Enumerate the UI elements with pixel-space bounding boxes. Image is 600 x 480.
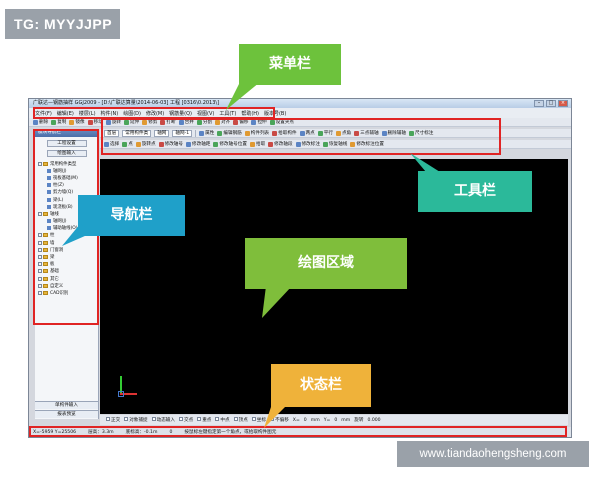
close-icon[interactable]: ×	[558, 100, 568, 107]
drawing-callout: 绘图区域	[245, 238, 407, 289]
snap-option-label: X=	[292, 417, 300, 423]
snap-toolbar: 正交 对象捕捉 动态输入 交点 重点 中点 顶点 坐标 不偏移 X= 0 mm Y= 0 mm 旋转 0.000	[100, 415, 568, 425]
snap-option[interactable]: 0	[334, 418, 337, 423]
snap-option[interactable]: 0	[304, 418, 307, 423]
maximize-icon[interactable]: □	[546, 100, 556, 107]
minimize-icon[interactable]: –	[534, 100, 544, 107]
snap-option[interactable]: X=	[293, 418, 300, 423]
tool-icon	[51, 119, 57, 125]
snap-option-label: 0	[303, 417, 307, 423]
snap-option-label: 0.000	[367, 417, 381, 423]
toolbar-button[interactable]: 删除	[33, 119, 48, 125]
toolbar-button-label: 镜像	[75, 120, 85, 125]
snap-option[interactable]: 动态输入	[151, 417, 175, 423]
checkbox-icon	[197, 417, 202, 421]
status-callout-label: 状态栏	[300, 377, 342, 393]
checkbox-icon	[233, 417, 238, 421]
drawing-callout-pointer	[262, 286, 292, 318]
window-title: 广联达—钢筋抽样 GGJ2009 - [D:\广联达算量\2014-06-03]…	[33, 100, 220, 106]
checkbox-icon	[106, 417, 110, 421]
snap-option[interactable]: 旋转	[354, 417, 363, 423]
snap-option[interactable]: mm	[341, 418, 350, 423]
snap-option[interactable]: 交点	[178, 417, 194, 423]
report-preview-button[interactable]: 报表预览	[35, 410, 98, 418]
nav-callout-label: 导航栏	[110, 207, 153, 223]
tool-icon	[69, 119, 75, 125]
snap-option-label: 正交	[111, 418, 121, 423]
window-controls: – □ ×	[534, 100, 568, 107]
checkbox-icon	[151, 417, 156, 421]
status-callout: 状态栏	[271, 364, 371, 407]
snap-option-label: 重点	[202, 418, 212, 423]
snap-option-label: mm	[341, 417, 351, 423]
snap-option[interactable]: 正交	[106, 417, 120, 423]
snap-option-label: 交点	[183, 418, 194, 423]
snap-option[interactable]: 中点	[215, 417, 230, 423]
toolbar-callout-pointer	[410, 153, 440, 172]
toolbar-button[interactable]: 镜像	[69, 119, 85, 125]
nav-callout-pointer	[62, 224, 94, 246]
snap-option[interactable]: 0.000	[367, 418, 380, 423]
source-tag: TG: MYYJJPP	[5, 9, 120, 39]
tool-icon	[87, 119, 93, 125]
checkbox-icon	[178, 417, 183, 421]
toolbar-highlight	[101, 118, 501, 155]
checkbox-icon	[251, 417, 256, 421]
snap-option[interactable]: Y=	[324, 418, 331, 423]
toolbar-button[interactable]: 复制	[51, 119, 66, 125]
menu-callout-pointer	[226, 82, 260, 110]
snap-option[interactable]: 对象捕捉	[124, 417, 148, 423]
toolbar-callout-label: 工具栏	[454, 183, 496, 199]
snap-option-label: 动态输入	[156, 418, 175, 423]
snap-option[interactable]: 重点	[197, 417, 211, 423]
website-watermark: www.tiandaohengsheng.com	[397, 441, 589, 467]
menu-callout: 菜单栏	[239, 44, 341, 85]
toolbar-button-label: 删除	[39, 120, 49, 125]
snap-option-label: 0	[334, 417, 338, 423]
toolbar-button-label: 复制	[57, 120, 67, 125]
snap-option-label: 旋转	[354, 418, 364, 423]
snap-option-label: 对象捕捉	[129, 418, 148, 423]
single-component-input-button[interactable]: 单构件输入	[35, 401, 98, 409]
tool-icon	[33, 119, 38, 125]
snap-option[interactable]: mm	[311, 418, 320, 423]
snap-option-label: Y=	[323, 417, 331, 423]
status-callout-pointer	[264, 404, 288, 428]
snap-option-label: 中点	[220, 418, 230, 423]
status-highlight	[29, 426, 567, 437]
checkbox-icon	[124, 417, 129, 421]
menu-callout-label: 菜单栏	[269, 56, 311, 72]
origin-icon	[118, 391, 124, 397]
snap-option[interactable]: 顶点	[233, 417, 248, 423]
snap-option-label: mm	[310, 417, 320, 423]
checkbox-icon	[215, 417, 220, 421]
snap-option-label: 顶点	[238, 418, 248, 423]
drawing-callout-label: 绘图区域	[298, 255, 354, 271]
